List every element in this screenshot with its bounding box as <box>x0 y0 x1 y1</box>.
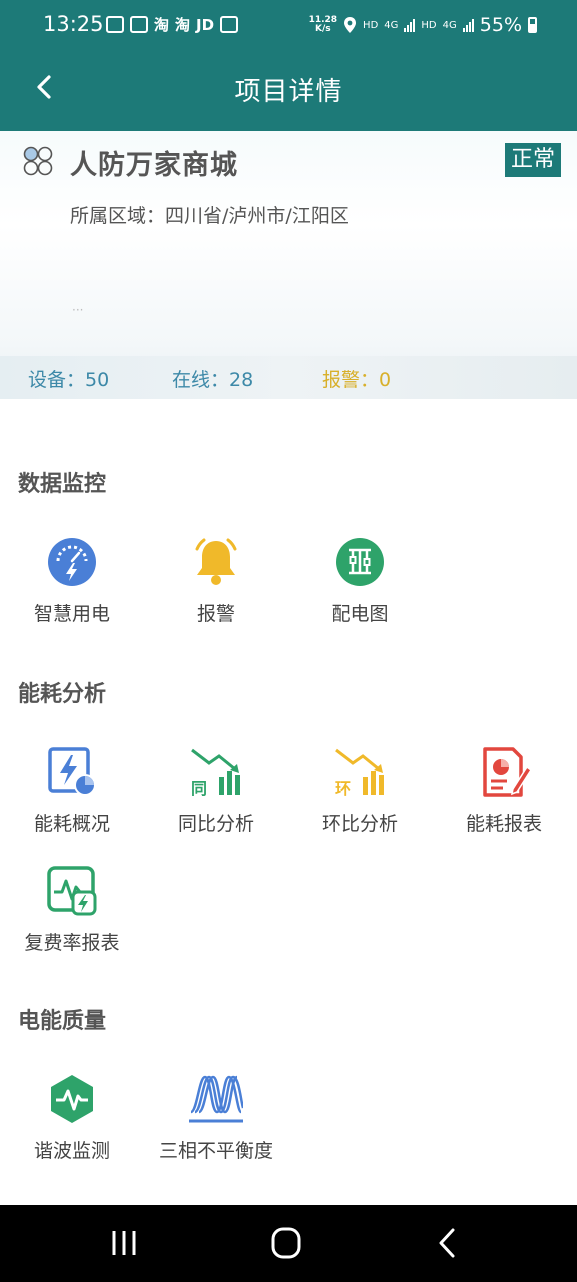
image-icon <box>220 16 239 33</box>
app-header-bar: 13:25 淘 淘 JD 11.28 K/s HD 4G HD 4G 55% 项… <box>0 0 577 131</box>
tile-label: 报警 <box>196 603 235 625</box>
tile-mom-analysis[interactable]: 环 环比分析 <box>288 745 432 836</box>
stats-bar: 设备：50 在线：28 报警：0 <box>0 356 577 399</box>
recent-apps-icon[interactable] <box>102 1223 146 1263</box>
taobao-icon: 淘 <box>154 16 170 34</box>
home-icon[interactable] <box>264 1223 308 1263</box>
tile-label: 能耗报表 <box>465 813 542 835</box>
system-icons: 11.28 K/s HD 4G HD 4G 55% <box>309 14 537 36</box>
mom-badge: 环 <box>335 779 351 798</box>
tile-three-phase[interactable]: 三相不平衡度 <box>144 1072 288 1163</box>
tile-alarm[interactable]: 报警 <box>144 535 288 626</box>
section-title-quality: 电能质量 <box>18 1009 107 1034</box>
bell-icon <box>195 538 237 585</box>
yoy-analysis-icon: 同 <box>191 748 240 798</box>
smart-power-icon <box>48 538 96 586</box>
tile-label: 智慧用电 <box>33 603 110 625</box>
tile-label: 复费率报表 <box>24 932 120 954</box>
mom-analysis-icon: 环 <box>335 748 384 798</box>
device-count: 设备：50 <box>28 369 110 391</box>
message-icon <box>106 16 124 33</box>
energy-overview-icon <box>48 747 96 796</box>
network-label: 4G <box>442 19 457 31</box>
jd-icon: JD <box>196 15 215 34</box>
tile-smart-power[interactable]: 智慧用电 <box>0 535 144 626</box>
tile-energy-overview[interactable]: 能耗概况 <box>0 745 144 836</box>
tile-label: 能耗概况 <box>33 813 110 835</box>
section-title-monitoring: 数据监控 <box>18 472 107 497</box>
network-label: 4G <box>384 19 399 31</box>
project-grid-icon <box>23 146 53 176</box>
system-nav-bar <box>0 1205 577 1282</box>
taobao-icon: 淘 <box>175 16 191 34</box>
tile-tariff-report[interactable]: 复费率报表 <box>0 864 144 955</box>
battery-icon <box>528 17 537 33</box>
yoy-badge: 同 <box>191 779 207 798</box>
battery-level: 55% <box>479 14 522 36</box>
status-bar: 13:25 淘 淘 JD 11.28 K/s HD 4G HD 4G 55% <box>0 0 577 52</box>
harmonic-monitor-icon <box>51 1075 93 1123</box>
speed-unit: K/s <box>315 24 331 34</box>
signal-icon <box>404 18 416 32</box>
nav-back-icon[interactable] <box>426 1223 470 1263</box>
tile-label: 环比分析 <box>321 813 398 835</box>
tile-energy-report[interactable]: 能耗报表 <box>432 745 576 836</box>
more-dots: ··· <box>72 303 84 317</box>
online-count: 在线：28 <box>172 369 254 391</box>
status-badge: 正常 <box>504 143 561 177</box>
project-name: 人防万家商城 <box>70 150 238 181</box>
signal-icon <box>462 18 474 32</box>
project-card: 人防万家商城 正常 所属区域：四川省/泸州市/江阳区 ··· 设备：50 在线：… <box>0 131 577 399</box>
tile-distribution[interactable]: 配电图 <box>288 535 432 626</box>
alarm-count: 报警：0 <box>322 369 392 391</box>
tile-yoy-analysis[interactable]: 同 同比分析 <box>144 745 288 836</box>
hd-label: HD <box>363 19 379 31</box>
page-title: 项目详情 <box>234 77 343 107</box>
project-region: 所属区域：四川省/泸州市/江阳区 <box>70 201 349 228</box>
notification-icons: 淘 淘 JD <box>106 14 239 35</box>
network-speed: 11.28 K/s <box>309 16 337 34</box>
nav-header: 项目详情 <box>0 52 577 131</box>
distribution-diagram-icon <box>336 538 384 586</box>
tile-harmonic[interactable]: 谐波监测 <box>0 1072 144 1163</box>
tile-label: 同比分析 <box>177 813 254 835</box>
energy-report-icon <box>483 747 531 797</box>
section-title-energy: 能耗分析 <box>18 682 107 707</box>
tile-label: 三相不平衡度 <box>158 1140 273 1162</box>
tariff-report-icon <box>47 866 97 916</box>
tile-label: 配电图 <box>331 603 389 625</box>
region-value: 四川省/泸州市/江阳区 <box>165 205 349 227</box>
message-icon <box>130 16 148 33</box>
status-time: 13:25 <box>43 12 104 36</box>
tile-label: 谐波监测 <box>33 1140 110 1162</box>
three-phase-wave-icon <box>189 1075 243 1123</box>
region-label: 所属区域： <box>70 205 166 227</box>
hd-label: HD <box>421 19 437 31</box>
location-icon <box>344 17 357 33</box>
